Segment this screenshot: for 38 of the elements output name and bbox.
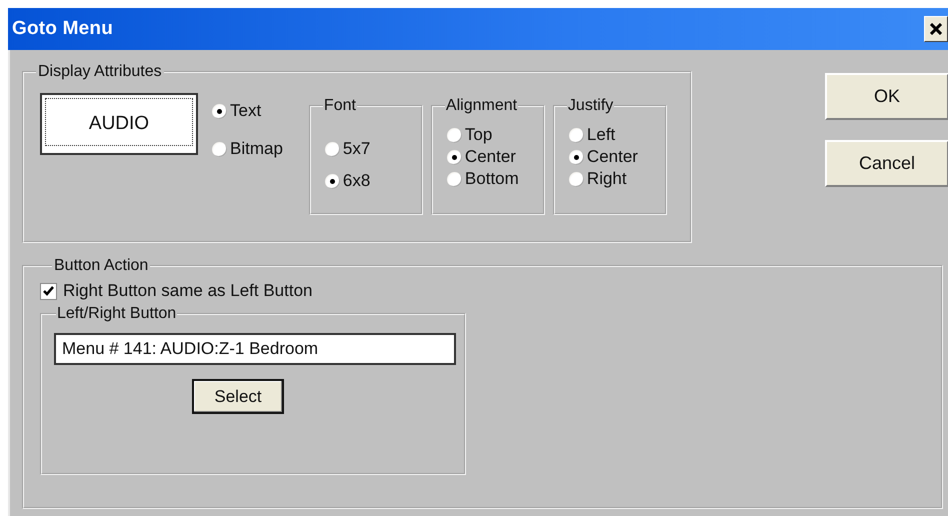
radio-option[interactable]: 6x8 bbox=[324, 171, 421, 191]
radio-label: Center bbox=[464, 147, 516, 167]
dialog-button[interactable]: Cancel bbox=[825, 140, 948, 187]
radio-label: Left bbox=[586, 125, 616, 145]
radio-option[interactable]: Text bbox=[212, 101, 283, 121]
checkbox[interactable] bbox=[40, 282, 57, 300]
group-title: Font bbox=[322, 97, 357, 115]
checkbox-label: Right Button same as Left Button bbox=[63, 281, 312, 301]
checkmark-icon bbox=[43, 286, 54, 296]
radio-label: Center bbox=[586, 147, 638, 167]
radio-option[interactable]: 5x7 bbox=[324, 139, 421, 159]
radio-option[interactable]: Top bbox=[446, 125, 543, 145]
radio-option[interactable]: Bottom bbox=[446, 169, 543, 189]
close-icon bbox=[930, 23, 942, 35]
dialog-button[interactable]: OK bbox=[825, 73, 948, 120]
radio-option[interactable]: Center bbox=[568, 147, 665, 167]
group-title: Left/Right Button bbox=[56, 305, 178, 323]
radio-option[interactable]: Bitmap bbox=[212, 139, 283, 159]
radio-option[interactable]: Right bbox=[568, 169, 665, 189]
group-title: Display Attributes bbox=[37, 63, 163, 81]
radio-option[interactable]: Left bbox=[568, 125, 665, 145]
radio-option[interactable]: Center bbox=[446, 147, 543, 167]
group-title: Justify bbox=[566, 97, 614, 115]
checkbox-option[interactable]: Right Button same as Left Button bbox=[40, 281, 941, 301]
preview-text: AUDIO bbox=[45, 98, 193, 146]
group-title: Alignment bbox=[444, 97, 518, 115]
group-title: Button Action bbox=[53, 257, 150, 275]
select-button[interactable]: Select bbox=[192, 379, 284, 414]
menu-field[interactable]: Menu # 141: AUDIO:Z-1 Bedroom bbox=[54, 333, 456, 365]
window-title: Goto Menu bbox=[12, 18, 114, 40]
radio-label: 5x7 bbox=[342, 139, 370, 159]
close-button[interactable] bbox=[924, 16, 948, 42]
radio-label: Right bbox=[586, 169, 627, 189]
radio-label: Bitmap bbox=[230, 139, 283, 159]
radio-label: Bottom bbox=[464, 169, 519, 189]
radio-label: Text bbox=[230, 101, 262, 121]
radio-label: Top bbox=[464, 125, 492, 145]
radio-label: 6x8 bbox=[342, 171, 370, 191]
